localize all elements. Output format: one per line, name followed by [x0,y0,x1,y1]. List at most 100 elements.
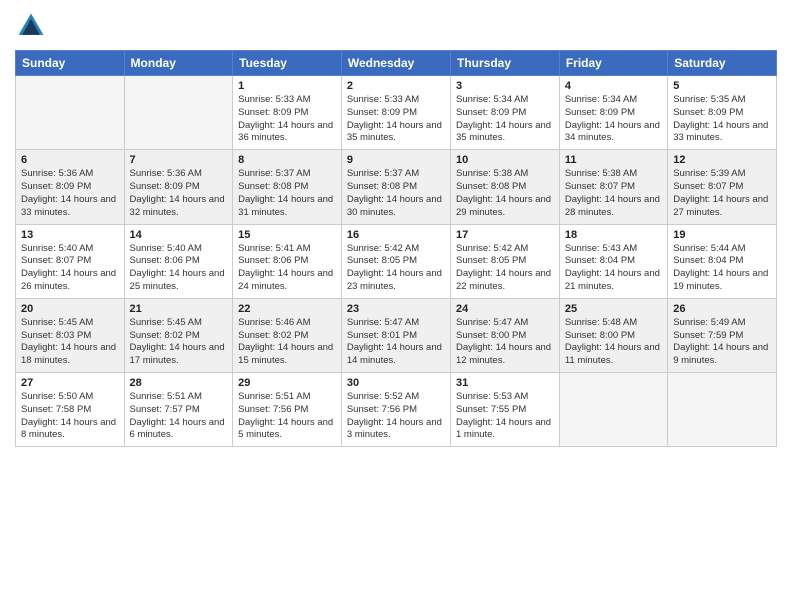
day-number: 24 [456,303,554,315]
day-number: 19 [673,229,771,241]
calendar-cell: 6 Sunrise: 5:36 AMSunset: 8:09 PMDaylight… [16,150,125,224]
day-info: Sunrise: 5:47 AMSunset: 8:01 PMDaylight:… [347,317,445,368]
day-info: Sunrise: 5:33 AMSunset: 8:09 PMDaylight:… [238,94,336,145]
calendar-cell [668,373,777,447]
calendar-cell: 5 Sunrise: 5:35 AMSunset: 8:09 PMDaylight… [668,76,777,150]
day-info: Sunrise: 5:52 AMSunset: 7:56 PMDaylight:… [347,391,445,442]
day-info: Sunrise: 5:50 AMSunset: 7:58 PMDaylight:… [21,391,119,442]
weekday-header: Sunday [16,51,125,76]
day-info: Sunrise: 5:45 AMSunset: 8:03 PMDaylight:… [21,317,119,368]
day-number: 2 [347,80,445,92]
calendar-cell [124,76,233,150]
day-number: 21 [130,303,228,315]
day-number: 3 [456,80,554,92]
day-number: 18 [565,229,662,241]
calendar-cell: 4 Sunrise: 5:34 AMSunset: 8:09 PMDaylight… [559,76,667,150]
day-info: Sunrise: 5:39 AMSunset: 8:07 PMDaylight:… [673,168,771,219]
calendar-cell: 9 Sunrise: 5:37 AMSunset: 8:08 PMDaylight… [341,150,450,224]
calendar-cell: 15 Sunrise: 5:41 AMSunset: 8:06 PMDayligh… [233,224,342,298]
calendar-cell: 24 Sunrise: 5:47 AMSunset: 8:00 PMDayligh… [451,298,560,372]
day-number: 13 [21,229,119,241]
day-info: Sunrise: 5:34 AMSunset: 8:09 PMDaylight:… [456,94,554,145]
calendar-cell [559,373,667,447]
day-number: 11 [565,154,662,166]
calendar-cell: 18 Sunrise: 5:43 AMSunset: 8:04 PMDayligh… [559,224,667,298]
weekday-header: Friday [559,51,667,76]
calendar-table: SundayMondayTuesdayWednesdayThursdayFrid… [15,50,777,447]
calendar-cell: 2 Sunrise: 5:33 AMSunset: 8:09 PMDaylight… [341,76,450,150]
day-number: 31 [456,377,554,389]
weekday-header: Thursday [451,51,560,76]
calendar-week-row: 20 Sunrise: 5:45 AMSunset: 8:03 PMDayligh… [16,298,777,372]
day-number: 7 [130,154,228,166]
day-number: 5 [673,80,771,92]
page-header [15,10,777,42]
day-number: 25 [565,303,662,315]
calendar-week-row: 6 Sunrise: 5:36 AMSunset: 8:09 PMDaylight… [16,150,777,224]
weekday-header: Wednesday [341,51,450,76]
calendar-cell: 22Sunrise: 5:46 AMSunset: 8:02 PMDayligh… [233,298,342,372]
day-number: 6 [21,154,119,166]
calendar-cell: 21 Sunrise: 5:45 AMSunset: 8:02 PMDayligh… [124,298,233,372]
day-info: Sunrise: 5:42 AMSunset: 8:05 PMDaylight:… [347,243,445,294]
day-number: 22 [238,303,336,315]
calendar-cell: 20 Sunrise: 5:45 AMSunset: 8:03 PMDayligh… [16,298,125,372]
day-number: 29 [238,377,336,389]
calendar-cell: 28 Sunrise: 5:51 AMSunset: 7:57 PMDayligh… [124,373,233,447]
calendar-cell: 19 Sunrise: 5:44 AMSunset: 8:04 PMDayligh… [668,224,777,298]
day-info: Sunrise: 5:36 AMSunset: 8:09 PMDaylight:… [21,168,119,219]
day-info: Sunrise: 5:33 AMSunset: 8:09 PMDaylight:… [347,94,445,145]
calendar-cell: 13 Sunrise: 5:40 AMSunset: 8:07 PMDayligh… [16,224,125,298]
day-info: Sunrise: 5:45 AMSunset: 8:02 PMDaylight:… [130,317,228,368]
day-number: 10 [456,154,554,166]
day-info: Sunrise: 5:47 AMSunset: 8:00 PMDaylight:… [456,317,554,368]
day-info: Sunrise: 5:42 AMSunset: 8:05 PMDaylight:… [456,243,554,294]
day-number: 12 [673,154,771,166]
day-number: 9 [347,154,445,166]
calendar-cell: 25 Sunrise: 5:48 AMSunset: 8:00 PMDayligh… [559,298,667,372]
day-number: 30 [347,377,445,389]
day-info: Sunrise: 5:40 AMSunset: 8:07 PMDaylight:… [21,243,119,294]
day-info: Sunrise: 5:51 AMSunset: 7:57 PMDaylight:… [130,391,228,442]
calendar-cell: 23 Sunrise: 5:47 AMSunset: 8:01 PMDayligh… [341,298,450,372]
calendar-cell: 8 Sunrise: 5:37 AMSunset: 8:08 PMDaylight… [233,150,342,224]
day-info: Sunrise: 5:51 AMSunset: 7:56 PMDaylight:… [238,391,336,442]
calendar-cell: 26Sunrise: 5:49 AMSunset: 7:59 PMDayligh… [668,298,777,372]
day-info: Sunrise: 5:41 AMSunset: 8:06 PMDaylight:… [238,243,336,294]
day-info: Sunrise: 5:38 AMSunset: 8:08 PMDaylight:… [456,168,554,219]
day-number: 1 [238,80,336,92]
day-number: 20 [21,303,119,315]
calendar-cell: 7Sunrise: 5:36 AMSunset: 8:09 PMDaylight… [124,150,233,224]
day-number: 27 [21,377,119,389]
day-info: Sunrise: 5:34 AMSunset: 8:09 PMDaylight:… [565,94,662,145]
day-number: 23 [347,303,445,315]
calendar-cell: 31 Sunrise: 5:53 AMSunset: 7:55 PMDayligh… [451,373,560,447]
calendar-week-row: 13 Sunrise: 5:40 AMSunset: 8:07 PMDayligh… [16,224,777,298]
day-info: Sunrise: 5:37 AMSunset: 8:08 PMDaylight:… [347,168,445,219]
calendar-week-row: 1 Sunrise: 5:33 AMSunset: 8:09 PMDaylight… [16,76,777,150]
day-number: 16 [347,229,445,241]
day-info: Sunrise: 5:44 AMSunset: 8:04 PMDaylight:… [673,243,771,294]
day-info: Sunrise: 5:48 AMSunset: 8:00 PMDaylight:… [565,317,662,368]
day-number: 28 [130,377,228,389]
day-info: Sunrise: 5:43 AMSunset: 8:04 PMDaylight:… [565,243,662,294]
calendar-cell: 29 Sunrise: 5:51 AMSunset: 7:56 PMDayligh… [233,373,342,447]
day-info: Sunrise: 5:35 AMSunset: 8:09 PMDaylight:… [673,94,771,145]
day-info: Sunrise: 5:37 AMSunset: 8:08 PMDaylight:… [238,168,336,219]
calendar-cell: 30 Sunrise: 5:52 AMSunset: 7:56 PMDayligh… [341,373,450,447]
calendar-cell: 10 Sunrise: 5:38 AMSunset: 8:08 PMDayligh… [451,150,560,224]
weekday-header: Saturday [668,51,777,76]
calendar-cell: 12 Sunrise: 5:39 AMSunset: 8:07 PMDayligh… [668,150,777,224]
calendar-cell: 16 Sunrise: 5:42 AMSunset: 8:05 PMDayligh… [341,224,450,298]
day-info: Sunrise: 5:49 AMSunset: 7:59 PMDaylight:… [673,317,771,368]
calendar-header-row: SundayMondayTuesdayWednesdayThursdayFrid… [16,51,777,76]
day-number: 4 [565,80,662,92]
day-info: Sunrise: 5:38 AMSunset: 8:07 PMDaylight:… [565,168,662,219]
calendar-cell [16,76,125,150]
day-number: 15 [238,229,336,241]
day-number: 8 [238,154,336,166]
day-info: Sunrise: 5:53 AMSunset: 7:55 PMDaylight:… [456,391,554,442]
logo-icon [15,10,47,42]
calendar-cell: 27 Sunrise: 5:50 AMSunset: 7:58 PMDayligh… [16,373,125,447]
day-info: Sunrise: 5:40 AMSunset: 8:06 PMDaylight:… [130,243,228,294]
